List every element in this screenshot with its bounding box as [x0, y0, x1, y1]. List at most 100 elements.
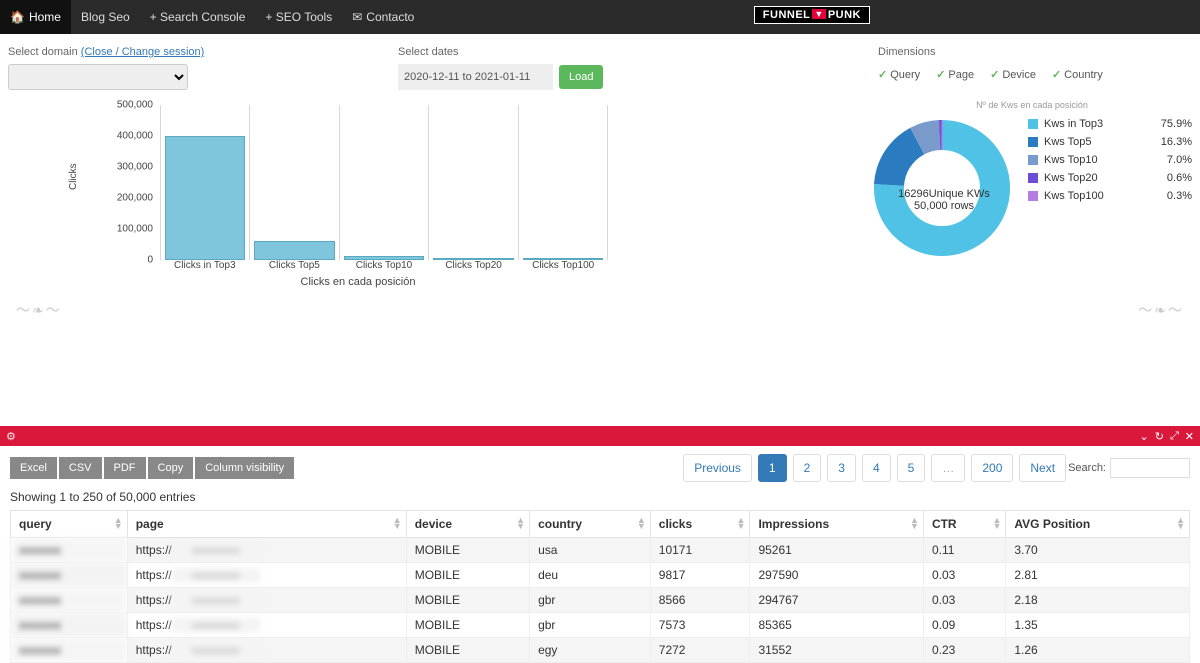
xtick: Clicks Top20 [429, 260, 519, 271]
ytick: 500,000 [108, 100, 153, 111]
ytick: 300,000 [108, 162, 153, 173]
check-icon: ✓ [878, 68, 887, 81]
legend-item[interactable]: Kws in Top375.9% [1028, 118, 1192, 130]
dimension-query[interactable]: ✓Query [878, 68, 920, 81]
legend-item[interactable]: Kws Top1000.3% [1028, 190, 1192, 202]
bar-slot [160, 105, 250, 260]
sort-icon: ▲▼ [1176, 517, 1185, 529]
sort-icon: ▲▼ [516, 517, 525, 529]
legend-swatch [1028, 173, 1038, 183]
donut-center: 16296Unique KWs 50,000 rows [894, 188, 994, 212]
col-country[interactable]: country▲▼ [530, 511, 651, 538]
legend-item[interactable]: Kws Top516.3% [1028, 136, 1192, 148]
nav-item-blog-seo[interactable]: Blog Seo [71, 0, 140, 34]
expand-icon[interactable]: ⤢ [1170, 430, 1179, 443]
load-button[interactable]: Load [559, 65, 603, 89]
gear-icon[interactable]: ⚙ [6, 430, 16, 443]
pager-page[interactable]: 4 [862, 454, 891, 482]
nav-item-contacto[interactable]: ✉Contacto [342, 0, 424, 34]
table-row[interactable]: xxxxxxxhttps://xxxxxxxxMOBILEusa10171952… [11, 538, 1190, 563]
nav-item--seo-tools[interactable]: + SEO Tools [255, 0, 342, 34]
donut-chart: Nº de Kws en cada posición 16296Unique K… [872, 100, 1192, 300]
domain-select[interactable] [8, 64, 188, 90]
nav-item-home[interactable]: 🏠Home [0, 0, 71, 34]
pager-page[interactable]: 200 [971, 454, 1013, 482]
dimension-device[interactable]: ✓Device [990, 68, 1036, 81]
pager-page[interactable]: 5 [897, 454, 926, 482]
search-label: Search: [1068, 462, 1106, 474]
ytick: 400,000 [108, 131, 153, 142]
col-clicks[interactable]: clicks▲▼ [650, 511, 750, 538]
col-page[interactable]: page▲▼ [127, 511, 406, 538]
widget-header: ⚙ ⌄ ↻ ⤢ ✕ [0, 426, 1200, 446]
col-impressions[interactable]: Impressions▲▼ [750, 511, 924, 538]
nav-icon: 🏠 [10, 10, 25, 24]
xtick: Clicks in Top3 [160, 260, 250, 271]
ytick: 100,000 [108, 224, 153, 235]
bar-slot [519, 105, 608, 260]
table-row[interactable]: xxxxxxxhttps://xxxxxxxxMOBILEegy72723155… [11, 638, 1190, 663]
chevron-down-icon[interactable]: ⌄ [1140, 430, 1149, 443]
divider-row: 〜❧〜 〜❧〜 [0, 300, 1200, 326]
ytick: 0 [108, 255, 153, 266]
legend-item[interactable]: Kws Top107.0% [1028, 154, 1192, 166]
table-row[interactable]: xxxxxxxhttps://xxxxxxxxMOBILEgbr75738536… [11, 613, 1190, 638]
bar-xlabel: Clicks en cada posición [108, 276, 608, 288]
xtick: Clicks Top5 [250, 260, 340, 271]
check-icon: ✓ [1052, 68, 1061, 81]
copy-button[interactable]: Copy [148, 457, 194, 479]
pager-page[interactable]: … [931, 454, 965, 482]
column-visibility-button[interactable]: Column visibility [195, 457, 294, 479]
nav-item--search-console[interactable]: + Search Console [140, 0, 256, 34]
col-query[interactable]: query▲▼ [11, 511, 128, 538]
bar[interactable] [165, 136, 245, 260]
sort-icon: ▲▼ [393, 517, 402, 529]
sort-icon: ▲▼ [737, 517, 746, 529]
ytick: 200,000 [108, 193, 153, 204]
nav-icon: ✉ [352, 10, 362, 24]
close-icon[interactable]: ✕ [1185, 430, 1194, 443]
legend-item[interactable]: Kws Top200.6% [1028, 172, 1192, 184]
date-range-input[interactable] [398, 64, 553, 90]
sort-icon: ▲▼ [637, 517, 646, 529]
filter-row: Select domain (Close / Change session) S… [0, 34, 1200, 96]
legend-swatch [1028, 155, 1038, 165]
dimension-country[interactable]: ✓Country [1052, 68, 1103, 81]
legend-swatch [1028, 191, 1038, 201]
xtick: Clicks Top100 [518, 260, 608, 271]
refresh-icon[interactable]: ↻ [1155, 430, 1164, 443]
donut-title: Nº de Kws en cada posición [872, 100, 1192, 110]
col-ctr[interactable]: CTR▲▼ [923, 511, 1005, 538]
bar-slot [429, 105, 518, 260]
domain-label: Select domain (Close / Change session) [8, 46, 378, 58]
table-row[interactable]: xxxxxxxhttps://xxxxxxxxMOBILEgbr85662947… [11, 588, 1190, 613]
search-input[interactable] [1110, 458, 1190, 478]
col-avg-position[interactable]: AVG Position▲▼ [1006, 511, 1190, 538]
close-session-link[interactable]: (Close / Change session) [81, 46, 205, 58]
charts-row: Clicks 0 100,000 200,000 300,000 400,000 500,… [0, 96, 1200, 300]
sort-icon: ▲▼ [114, 517, 123, 529]
brand-badge: FUNNEL▼PUNK [754, 6, 870, 24]
pager-previous[interactable]: Previous [683, 454, 752, 482]
table-toolbar: ExcelCSVPDFCopyColumn visibility Previou… [0, 446, 1200, 490]
pdf-button[interactable]: PDF [104, 457, 146, 479]
pager-page[interactable]: 3 [827, 454, 856, 482]
dimension-page[interactable]: ✓Page [936, 68, 974, 81]
col-device[interactable]: device▲▼ [406, 511, 529, 538]
legend-swatch [1028, 137, 1038, 147]
topbar: 🏠HomeBlog Seo+ Search Console+ SEO Tools… [0, 0, 1200, 34]
excel-button[interactable]: Excel [10, 457, 57, 479]
bar-ylabel: Clicks [68, 163, 79, 190]
bar-slot [250, 105, 339, 260]
bar[interactable] [254, 241, 334, 260]
flourish-icon: 〜❧〜 [16, 300, 62, 320]
xtick: Clicks Top10 [339, 260, 429, 271]
sort-icon: ▲▼ [910, 517, 919, 529]
dimensions-label: Dimensions [878, 46, 1198, 58]
table-row[interactable]: xxxxxxxhttps://xxxxxxxxMOBILEdeu98172975… [11, 563, 1190, 588]
legend-swatch [1028, 119, 1038, 129]
csv-button[interactable]: CSV [59, 457, 102, 479]
pager-next[interactable]: Next [1019, 454, 1066, 482]
pager-page[interactable]: 1 [758, 454, 787, 482]
pager-page[interactable]: 2 [793, 454, 822, 482]
